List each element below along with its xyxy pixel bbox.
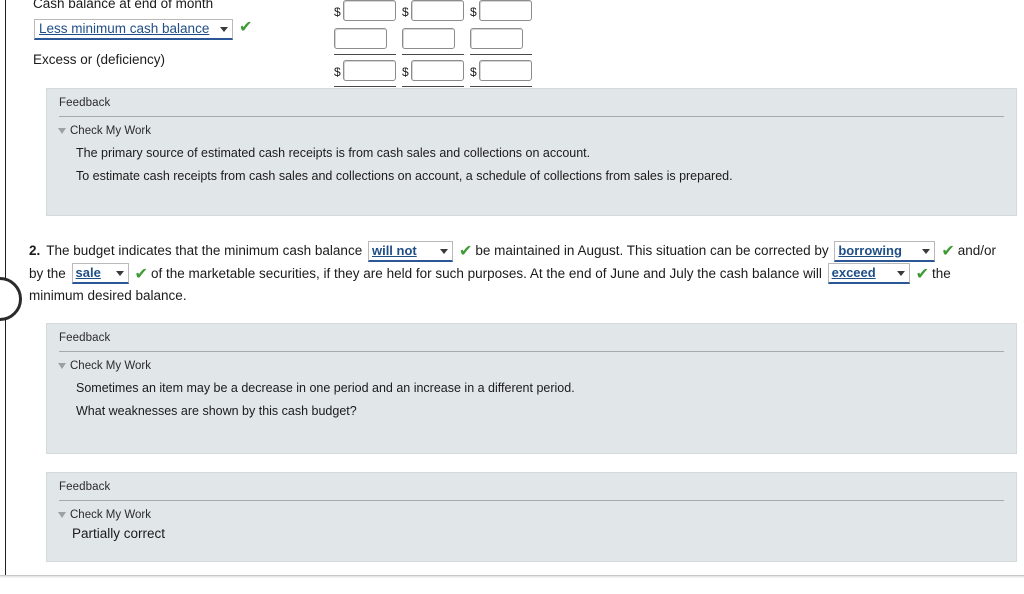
amount-cell-row: $ [334,58,396,86]
triangle-down-icon [58,363,66,369]
dropdown-less-minimum-cash-balance[interactable]: Less minimum cash balance [34,19,233,40]
feedback-title: Feedback [59,97,111,109]
row-label-excess-or-deficiency: Excess or (deficiency) [33,52,166,67]
check-my-work-toggle[interactable]: Check My Work [47,501,1016,521]
dropdown-sale[interactable]: sale [71,263,129,285]
feedback-panel-3: Feedback Check My Work Partially correct [46,472,1017,562]
currency-symbol: $ [470,5,477,19]
check-my-work-label: Check My Work [70,509,151,521]
amount-input[interactable] [479,0,532,21]
question-text-part-1: The budget indicates that the minimum ca… [46,243,363,258]
check-icon: ✔ [915,263,930,283]
amount-input[interactable] [411,60,464,81]
dropdown-value: will not [371,242,417,258]
cursor-badge-icon: : [0,277,22,321]
dropdown-exceed[interactable]: exceed [827,263,910,285]
amount-input[interactable] [411,0,464,21]
amount-input[interactable] [470,28,523,49]
check-my-work-label: Check My Work [70,125,151,137]
check-my-work-label: Check My Work [70,360,151,372]
check-my-work-toggle[interactable]: Check My Work [47,117,1016,137]
amount-cell-row [334,26,396,54]
exercise-page: Cash balance at end of month Less minimu… [0,0,1024,594]
amount-cell-row [470,26,532,54]
amount-column-3: $ $ [470,0,532,90]
check-my-work-toggle[interactable]: Check My Work [47,352,1016,372]
feedback-title: Feedback [59,332,111,344]
feedback-text-line: Sometimes an item may be a decrease in o… [76,381,575,396]
total-rule-upper [334,86,396,87]
check-icon: ✔ [941,241,955,261]
chevron-down-icon [439,248,448,254]
amount-cell-row: $ [470,0,532,26]
feedback-title: Feedback [59,481,111,493]
question-text-part-2: be maintained in August. This situation … [475,243,829,258]
feedback-panel-1: Feedback Check My Work The primary sourc… [46,88,1017,216]
amount-cell-row: $ [402,58,464,86]
triangle-down-icon [58,128,66,134]
question-2: 2. The budget indicates that the minimum … [29,240,1009,308]
amount-input[interactable] [402,28,455,49]
currency-symbol: $ [470,65,477,79]
dropdown-will-not[interactable]: will not [367,240,453,262]
currency-symbol: $ [402,5,409,19]
check-icon: ✔ [458,241,473,261]
question-text-part-4: of the marketable securities, if they ar… [150,265,822,281]
chevron-down-icon [115,271,124,277]
amount-input[interactable] [343,60,396,81]
chevron-down-icon [896,271,905,277]
question-number: 2. [29,243,41,258]
feedback-result-text: Partially correct [72,526,166,542]
dropdown-value: exceed [831,265,876,281]
dropdown-value: borrowing [838,242,902,258]
feedback-panel-2: Feedback Check My Work Sometimes an item… [46,323,1017,454]
feedback-text-line: What weaknesses are shown by this cash b… [76,404,357,419]
triangle-down-icon [58,512,66,518]
amount-input[interactable] [343,0,396,21]
chevron-down-icon [922,248,931,254]
amount-input[interactable] [479,60,532,81]
amount-cell-row [402,26,464,54]
dropdown-value: Less minimum cash balance [39,21,210,36]
window-bottom-shadow [0,576,1024,578]
amount-input[interactable] [334,28,387,49]
amount-cell-row: $ [334,0,396,26]
amount-cell-row: $ [470,58,532,86]
currency-symbol: $ [334,5,341,19]
amount-cell-row: $ [402,0,464,26]
dropdown-borrowing[interactable]: borrowing [834,240,936,262]
check-icon: ✔ [239,17,253,36]
subtotal-rule [334,54,396,55]
amount-column-2: $ $ [402,0,464,90]
feedback-text-line: To estimate cash receipts from cash sale… [76,169,733,184]
subtotal-rule [470,54,532,55]
row-label-cash-balance-end-of-month: Cash balance at end of month [33,0,214,11]
total-rule-upper [470,86,532,87]
check-icon: ✔ [134,263,148,283]
subtotal-rule [402,54,464,55]
currency-symbol: $ [334,65,341,79]
dropdown-value: sale [75,265,101,281]
currency-symbol: $ [402,65,409,79]
total-rule-upper [402,86,464,87]
chevron-down-icon [220,27,228,32]
amount-column-1: $ $ [334,0,396,90]
feedback-text-line: The primary source of estimated cash rec… [76,146,591,161]
